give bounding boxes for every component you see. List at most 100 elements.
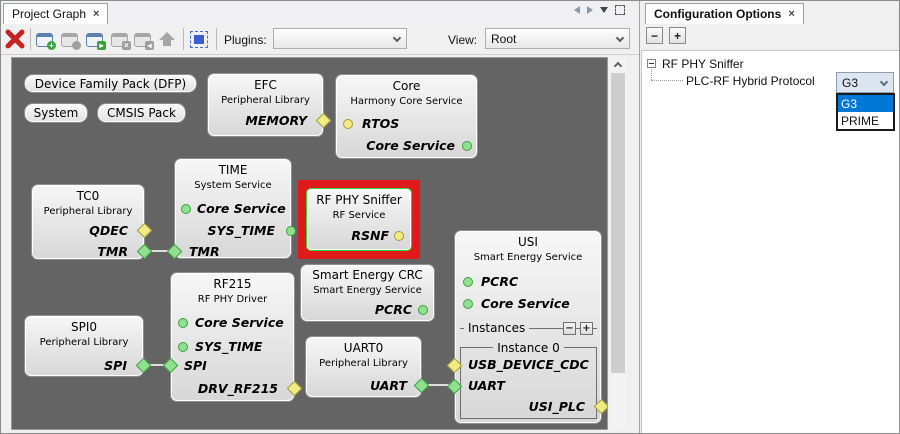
connector-diamond-green[interactable]: [163, 358, 179, 374]
instances-header: Instances − +: [460, 321, 597, 335]
tab-nav-controls: [574, 5, 625, 15]
import-component-icon[interactable]: ▸: [86, 33, 103, 47]
delete-node-icon[interactable]: [4, 28, 26, 50]
connector-circle-green[interactable]: [178, 318, 188, 328]
fit-inner-rect: [194, 35, 204, 44]
block-title: RF PHY Sniffer: [307, 193, 411, 207]
scroll-tabs-left-icon[interactable]: [574, 6, 580, 14]
scroll-up-icon[interactable]: [610, 57, 626, 72]
dfp-pack-button[interactable]: Device Family Pack (DFP): [24, 74, 197, 93]
connector-circle-green[interactable]: [463, 299, 473, 309]
plugins-dropdown[interactable]: [273, 28, 407, 49]
tree-root-item[interactable]: RF PHY Sniffer: [662, 57, 744, 71]
dot-badge-icon: [72, 41, 81, 50]
tab-list-icon[interactable]: [600, 7, 608, 13]
block-time[interactable]: TIME System Service Core Service SYS_TIM…: [174, 158, 292, 259]
connector-circle-green[interactable]: [178, 342, 188, 352]
connector-diamond-yellow[interactable]: [137, 223, 153, 239]
port-label: Core Service: [195, 315, 284, 330]
dropdown-option-prime[interactable]: PRIME: [838, 112, 893, 129]
block-rf-phy-sniffer[interactable]: RF PHY Sniffer RF Service RSNF: [306, 188, 412, 251]
connector-circle-green[interactable]: [462, 141, 472, 151]
maximize-window-icon[interactable]: [615, 5, 625, 15]
port-label: MEMORY: [245, 113, 307, 128]
block-subtitle: Peripheral Library: [306, 358, 421, 369]
port-label: Core Service: [481, 296, 570, 311]
block-rf215[interactable]: RF215 RF PHY Driver Core Service SYS_TIM…: [170, 272, 295, 402]
tab-configuration-options[interactable]: Configuration Options ×: [645, 3, 804, 24]
system-pack-button[interactable]: System: [24, 103, 88, 123]
block-title: EFC: [208, 78, 323, 92]
toolbar-separator: [30, 28, 31, 50]
port-label: UART: [468, 378, 505, 393]
block-title: Core: [336, 79, 477, 93]
port-label: USB_DEVICE_CDC: [468, 357, 589, 372]
pkg-label: CMSIS Pack: [107, 106, 176, 120]
connector-diamond-green[interactable]: [137, 244, 153, 260]
view-dropdown[interactable]: Root: [485, 28, 630, 49]
block-smart-energy-crc[interactable]: Smart Energy CRC Smart Energy Service PC…: [300, 264, 435, 322]
instances-label: Instances: [464, 321, 529, 335]
instance-0-header: Instance 0: [461, 341, 596, 354]
block-subtitle: Peripheral Library: [25, 337, 143, 348]
add-component-icon[interactable]: +: [36, 33, 53, 47]
instance-label: Instance 0: [493, 341, 564, 355]
cmsis-pack-button[interactable]: CMSIS Pack: [97, 103, 186, 123]
port-label: TMR: [189, 244, 220, 259]
project-graph-panel: Project Graph × + ▸: [1, 1, 639, 434]
configuration-options-panel: Configuration Options × − + RF PHY Sniff…: [639, 1, 900, 434]
chevron-down-icon: [393, 34, 401, 42]
connector-diamond-yellow[interactable]: [316, 113, 332, 129]
header-line: [593, 328, 597, 329]
block-spi0[interactable]: SPI0 Peripheral Library SPI: [24, 315, 144, 377]
connector-circle-green[interactable]: [286, 226, 296, 236]
connector-diamond-green[interactable]: [136, 358, 152, 374]
connector-circle-green[interactable]: [418, 305, 428, 315]
view-label: View:: [448, 33, 477, 47]
move-up-icon: [159, 32, 175, 47]
block-tc0[interactable]: TC0 Peripheral Library QDEC TMR: [31, 184, 145, 260]
block-title: RF215: [171, 277, 294, 291]
block-uart0[interactable]: UART0 Peripheral Library UART: [305, 336, 422, 398]
connector-circle-yellow[interactable]: [343, 119, 353, 129]
remove-instance-button[interactable]: −: [563, 322, 576, 335]
project-graph-canvas[interactable]: Device Family Pack (DFP) System CMSIS Pa…: [11, 57, 608, 430]
hybrid-protocol-dropdown[interactable]: G3: [836, 72, 894, 93]
block-efc[interactable]: EFC Peripheral Library MEMORY: [207, 73, 324, 137]
port-label: TMR: [97, 244, 128, 259]
view-dropdown-value: Root: [491, 32, 516, 46]
tab-project-graph[interactable]: Project Graph ×: [3, 3, 108, 24]
connector-diamond-green[interactable]: [167, 244, 183, 260]
scrollbar-thumb[interactable]: [611, 73, 625, 373]
vertical-scrollbar[interactable]: [610, 57, 626, 430]
block-core[interactable]: Core Harmony Core Service RTOS Core Serv…: [335, 74, 478, 159]
collapse-toggle-icon[interactable]: [647, 59, 656, 68]
connector-circle-green[interactable]: [463, 277, 473, 287]
collapse-all-button[interactable]: −: [646, 27, 663, 44]
dropdown-option-g3[interactable]: G3: [838, 95, 893, 112]
block-title: UART0: [306, 341, 421, 355]
port-label: SPI: [184, 358, 207, 373]
selection-highlight-red: RF PHY Sniffer RF Service RSNF: [298, 180, 420, 259]
port-label: Core Service: [366, 138, 455, 153]
close-icon[interactable]: ×: [788, 8, 794, 20]
port-label: Core Service: [197, 201, 286, 216]
port-label: USI_PLC: [529, 399, 585, 414]
scroll-tabs-right-icon[interactable]: [587, 6, 593, 14]
dropdown-option-list: G3 PRIME: [836, 93, 895, 131]
toolbar-separator: [183, 28, 184, 50]
block-subtitle: Smart Energy Service: [301, 285, 434, 296]
connector-circle-yellow[interactable]: [394, 231, 404, 241]
port-label: RTOS: [362, 116, 399, 131]
expand-all-button[interactable]: +: [669, 27, 686, 44]
block-usi[interactable]: USI Smart Energy Service PCRC Core Servi…: [454, 230, 602, 424]
fit-to-view-icon[interactable]: [190, 31, 208, 48]
close-icon[interactable]: ×: [93, 8, 99, 20]
connector-diamond-yellow[interactable]: [287, 381, 303, 397]
tree-child-item[interactable]: PLC-RF Hybrid Protocol: [686, 74, 815, 88]
port-label: RSNF: [351, 228, 389, 243]
add-instance-button[interactable]: +: [580, 322, 593, 335]
connector-circle-green[interactable]: [181, 204, 191, 214]
header-line: [529, 328, 563, 329]
connector-diamond-green[interactable]: [414, 378, 430, 394]
